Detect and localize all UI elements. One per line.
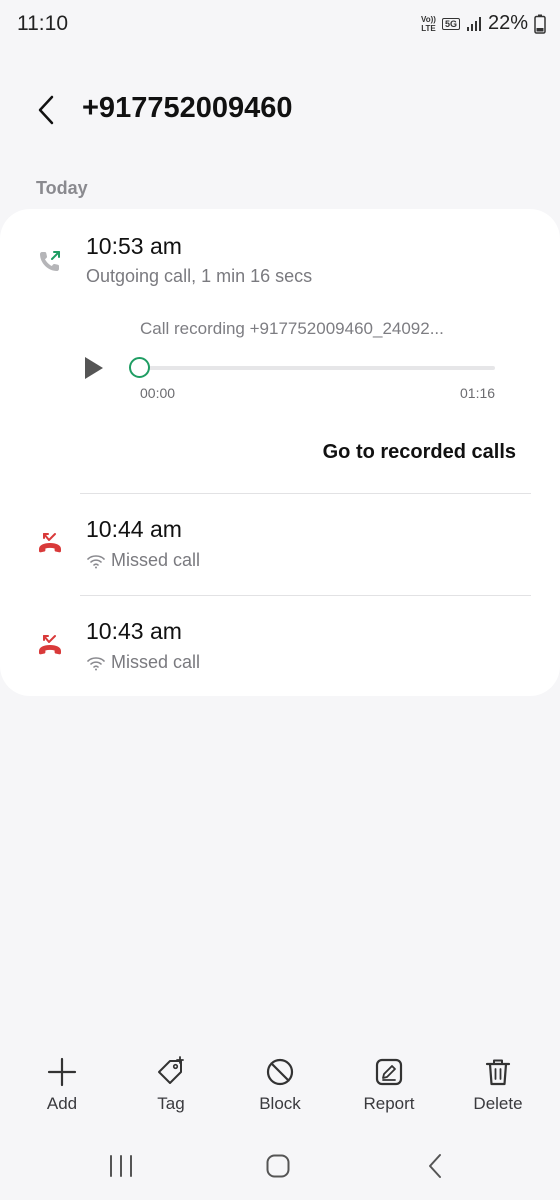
header: +917752009460 (0, 80, 560, 140)
signal-icon (466, 16, 481, 31)
back-icon (429, 1154, 441, 1178)
call-entry-missed[interactable]: 10:43 am Missed call (0, 596, 560, 696)
recording-progress-thumb[interactable] (129, 357, 150, 378)
call-time: 10:53 am (86, 233, 182, 259)
play-icon[interactable] (80, 353, 108, 383)
home-icon (266, 1154, 290, 1178)
status-bar: 11:10 Vo)) LTE 5G 22% (0, 0, 560, 50)
block-icon (266, 1058, 294, 1086)
recent-apps-button[interactable] (101, 1150, 141, 1182)
outgoing-call-icon (40, 251, 60, 271)
call-time: 10:43 am (86, 618, 182, 644)
plus-icon (47, 1057, 77, 1087)
recording-title: Call recording +917752009460_24092... (140, 319, 444, 338)
chevron-left-icon (38, 95, 54, 125)
call-time: 10:44 am (86, 516, 182, 542)
tag-button[interactable]: Tag (121, 1050, 221, 1120)
delete-label: Delete (473, 1094, 523, 1113)
trash-icon (485, 1059, 511, 1086)
volte-indicator: Vo)) LTE (420, 14, 436, 33)
call-description: Outgoing call, 1 min 16 secs (86, 266, 313, 286)
delete-button[interactable]: Delete (448, 1050, 548, 1120)
call-entry-outgoing[interactable]: 10:53 am Outgoing call, 1 min 16 secs Ca… (0, 209, 560, 479)
add-label: Add (46, 1094, 78, 1113)
report-label: Report (363, 1094, 415, 1113)
missed-call-icon (39, 635, 61, 655)
page-title: +917752009460 (82, 92, 293, 124)
call-history-card: 10:53 am Outgoing call, 1 min 16 secs Ca… (0, 209, 560, 696)
status-time: 11:10 (17, 12, 68, 35)
call-description: Missed call (86, 652, 200, 673)
recent-apps-icon (110, 1155, 132, 1177)
report-button[interactable]: Report (339, 1050, 439, 1120)
wifi-call-icon (87, 656, 105, 670)
network-type: 5G (441, 17, 460, 30)
recording-progress-track[interactable] (140, 366, 495, 370)
missed-call-icon (39, 533, 61, 553)
system-back-button[interactable] (415, 1150, 455, 1182)
call-description: Missed call (86, 550, 200, 571)
call-entry-missed[interactable]: 10:44 am Missed call (0, 494, 560, 595)
battery-percent: 22% (487, 12, 528, 34)
home-button[interactable] (258, 1150, 298, 1182)
go-to-recorded-calls-link[interactable]: Go to recorded calls (323, 441, 516, 464)
status-icons: Vo)) LTE 5G 22% (421, 12, 546, 35)
recording-elapsed: 00:00 (140, 385, 176, 401)
block-button[interactable]: Block (230, 1050, 330, 1120)
back-button[interactable] (28, 90, 64, 130)
tag-icon (158, 1056, 184, 1084)
system-nav-bar (0, 1130, 560, 1200)
add-button[interactable]: Add (12, 1050, 112, 1120)
tag-label: Tag (157, 1094, 185, 1113)
block-label: Block (259, 1094, 301, 1113)
section-label-today: Today (36, 178, 88, 198)
wifi-call-icon (87, 554, 105, 568)
report-icon (375, 1058, 403, 1086)
bottom-action-bar: Add Tag Block Report Delete (0, 1050, 560, 1130)
recording-duration: 01:16 (460, 385, 496, 401)
battery-icon (534, 14, 546, 34)
